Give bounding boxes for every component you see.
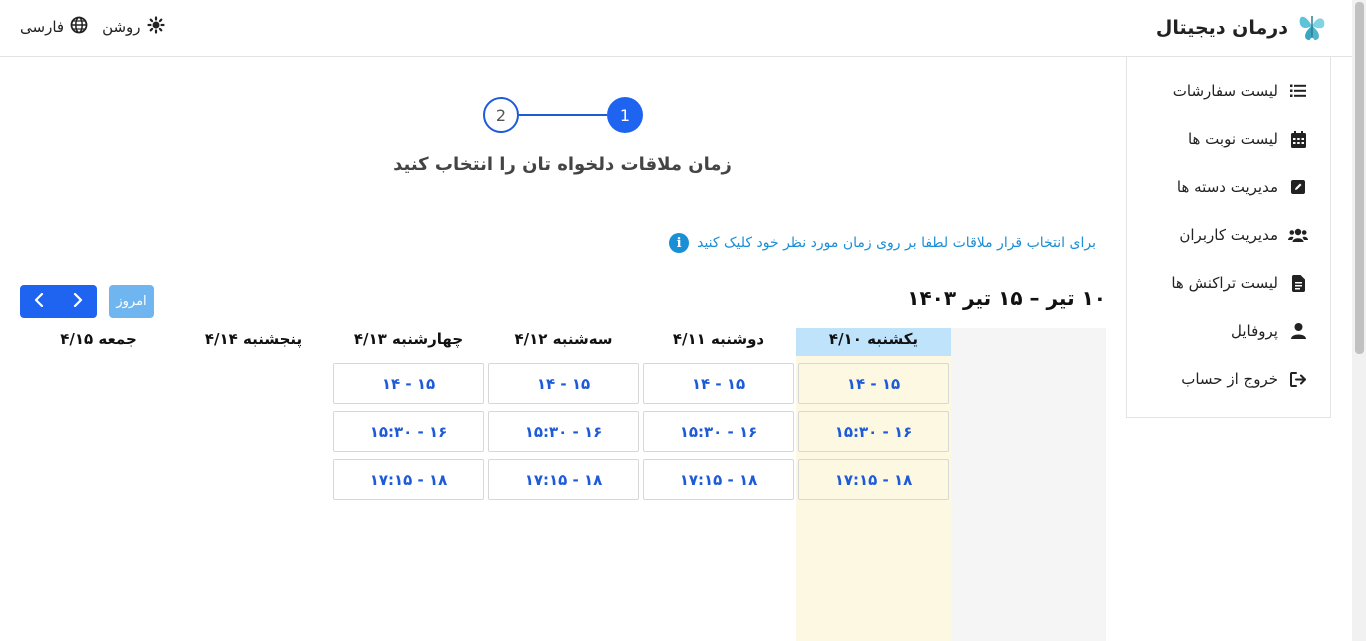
info-icon: i	[669, 233, 690, 253]
step-1-active: 1	[607, 97, 643, 133]
day-header: جمعه ۴/۱۵	[60, 330, 137, 348]
time-slot[interactable]: ۱۷:۱۵ - ۱۸	[798, 459, 949, 500]
globe-icon	[70, 16, 88, 38]
sidebar-item-label: خروج از حساب	[1181, 370, 1278, 388]
sidebar-item-categories[interactable]: مدیریت دسته ها	[1127, 163, 1330, 211]
time-slot[interactable]: ۱۷:۱۵ - ۱۸	[643, 459, 794, 500]
chevron-left-icon	[34, 292, 44, 311]
time-slot[interactable]: ۱۷:۱۵ - ۱۸	[488, 459, 639, 500]
sidebar-item-label: لیست نوبت ها	[1187, 130, 1278, 148]
time-slot[interactable]: ۱۵:۳۰ - ۱۶	[488, 411, 639, 452]
step-title: زمان ملاقات دلخواه تان را انتخاب کنید	[393, 154, 732, 175]
sun-icon	[146, 16, 165, 38]
day-header: چهارشنبه ۴/۱۳	[353, 330, 464, 348]
prev-week-button[interactable]	[20, 285, 59, 318]
chevron-right-icon	[73, 292, 83, 311]
time-slot[interactable]: ۱۵:۳۰ - ۱۶	[333, 411, 484, 452]
brand-title: درمان دیجیتال	[1155, 17, 1288, 39]
theme-toggle[interactable]: روشن	[102, 16, 165, 38]
scrollbar-thumb[interactable]	[1355, 2, 1364, 354]
sidebar-item-label: لیست سفارشات	[1172, 82, 1278, 100]
sidebar: لیست سفارشات لیست نوبت ها مدیریت دسته ها…	[1126, 57, 1331, 418]
calendar-icon	[1288, 129, 1308, 149]
day-header: پنجشنبه ۴/۱۴	[204, 330, 303, 348]
sidebar-item-logout[interactable]: خروج از حساب	[1127, 355, 1330, 403]
language-toggle[interactable]: فارسی	[20, 16, 88, 38]
sidebar-item-label: مدیریت دسته ها	[1176, 178, 1278, 196]
next-week-button[interactable]	[59, 285, 98, 318]
document-icon	[1288, 273, 1308, 293]
sidebar-item-profile[interactable]: پروفایل	[1127, 307, 1330, 355]
calendar-time-gutter	[951, 328, 1106, 641]
butterfly-logo-icon	[1296, 8, 1328, 48]
sidebar-item-label: پروفایل	[1231, 322, 1278, 340]
time-slot[interactable]: ۱۴ - ۱۵	[488, 363, 639, 404]
time-slot[interactable]: ۱۵:۳۰ - ۱۶	[798, 411, 949, 452]
date-range-title: ۱۰ تیر – ۱۵ تیر ۱۴۰۳	[907, 286, 1106, 310]
info-note: i برای انتخاب قرار ملاقات لطفا بر روی زم…	[669, 233, 1096, 253]
time-slot[interactable]: ۱۷:۱۵ - ۱۸	[333, 459, 484, 500]
sidebar-item-label: لیست تراکنش ها	[1171, 274, 1278, 292]
day-header: یکشنبه ۴/۱۰	[828, 330, 919, 348]
step-2: 2	[483, 97, 519, 133]
user-icon	[1288, 321, 1308, 341]
day-header: سه‌شنبه ۴/۱۲	[514, 330, 613, 348]
calendar-nav	[20, 285, 97, 318]
theme-label: روشن	[102, 18, 141, 36]
time-slot[interactable]: ۱۴ - ۱۵	[333, 363, 484, 404]
step-connector	[519, 114, 607, 116]
sidebar-item-appointments[interactable]: لیست نوبت ها	[1127, 115, 1330, 163]
time-slot[interactable]: ۱۴ - ۱۵	[643, 363, 794, 404]
today-button[interactable]: امروز	[109, 285, 154, 318]
sidebar-item-users[interactable]: مدیریت کاربران	[1127, 211, 1330, 259]
page-scrollbar[interactable]	[1352, 0, 1366, 641]
sidebar-item-label: مدیریت کاربران	[1179, 226, 1278, 244]
brand[interactable]: درمان دیجیتال	[1156, 8, 1328, 48]
logout-icon	[1288, 369, 1308, 389]
list-icon	[1288, 81, 1308, 101]
top-header: درمان دیجیتال فارسی روشن	[0, 0, 1352, 57]
day-header: دوشنبه ۴/۱۱	[672, 330, 765, 348]
time-slot[interactable]: ۱۴ - ۱۵	[798, 363, 949, 404]
stepper: 2 1	[483, 97, 643, 133]
info-text: برای انتخاب قرار ملاقات لطفا بر روی زمان…	[697, 235, 1096, 251]
edit-icon	[1288, 177, 1308, 197]
users-icon	[1288, 225, 1308, 245]
time-slot[interactable]: ۱۵:۳۰ - ۱۶	[643, 411, 794, 452]
language-label: فارسی	[20, 18, 65, 36]
sidebar-item-transactions[interactable]: لیست تراکنش ها	[1127, 259, 1330, 307]
sidebar-item-orders[interactable]: لیست سفارشات	[1127, 67, 1330, 115]
